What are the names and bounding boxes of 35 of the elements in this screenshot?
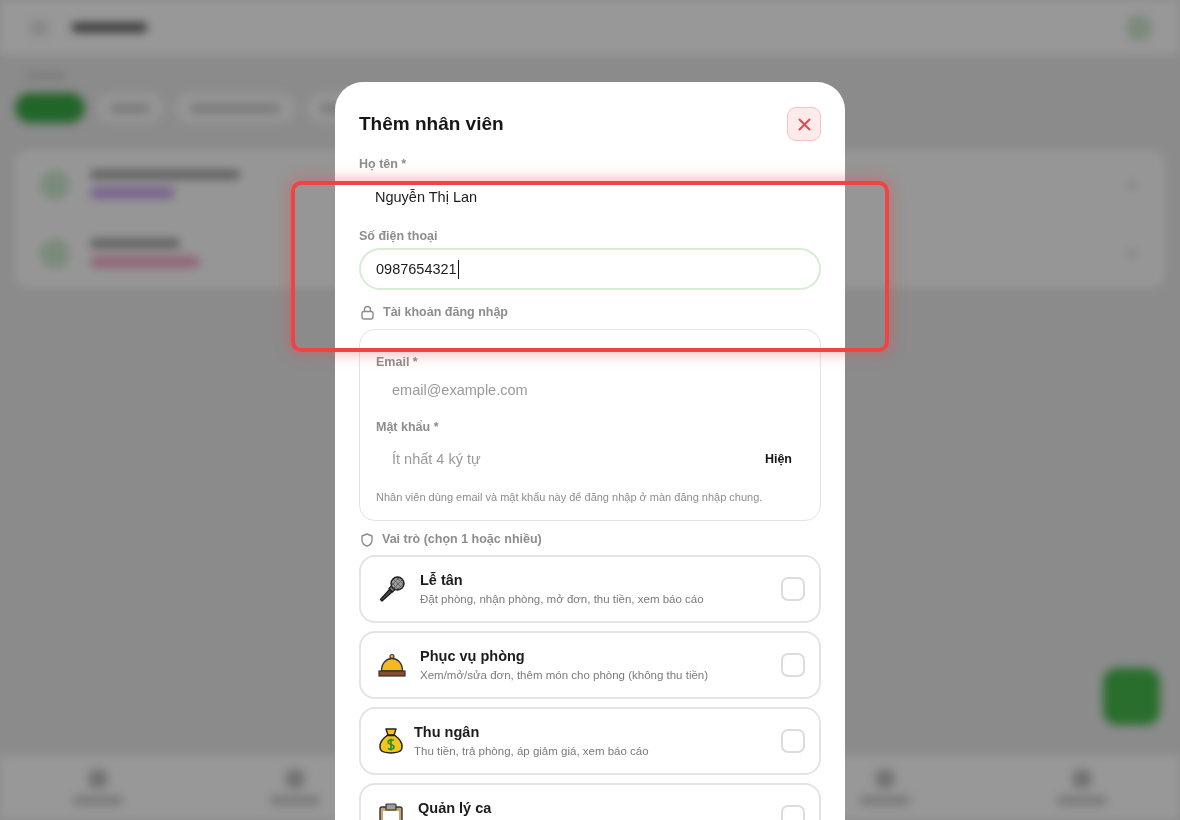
role-checkbox[interactable]: [781, 729, 805, 753]
text-cursor-icon: [457, 259, 460, 279]
role-title: Lễ tân: [420, 572, 463, 588]
bell-icon: [378, 653, 406, 677]
role-description: Xem/mở/sửa đơn, thêm món cho phòng (không thu tiền): [420, 668, 709, 682]
role-checkbox[interactable]: [781, 653, 805, 677]
field-label: Mật khẩu *: [376, 420, 439, 435]
show-password-button[interactable]: Hiện: [758, 448, 804, 470]
role-checkbox[interactable]: [781, 577, 805, 601]
field-label: Số điện thoại: [359, 229, 438, 244]
role-title: Thu ngân: [414, 724, 480, 740]
section-title: Vai trò (chọn 1 hoặc nhiều): [382, 532, 542, 547]
phone-input[interactable]: 0987654321: [359, 248, 821, 290]
role-title: Phục vụ phòng: [420, 648, 525, 664]
microphone-icon: [378, 575, 406, 603]
dialog-title: Thêm nhân viên: [359, 113, 504, 135]
email-input[interactable]: email@example.com: [376, 370, 804, 410]
shield-icon: [361, 532, 373, 547]
lock-icon: [361, 305, 374, 320]
password-input[interactable]: Ít nhất 4 ký tự: [376, 439, 759, 479]
role-description: Thu tiền, trả phòng, áp giảm giá, xem báo cáo: [414, 744, 649, 758]
section-title: Tài khoản đăng nhập: [383, 305, 508, 320]
role-option[interactable]: Lễ tân Đặt phòng, nhận phòng, mở đơn, thu tiền, xem báo cáo: [359, 555, 821, 623]
role-option[interactable]: Thu ngân Thu tiền, trả phòng, áp giảm giá, xem báo cáo: [359, 707, 821, 775]
role-option[interactable]: Quản lý ca: [359, 783, 821, 820]
close-icon: [797, 117, 811, 131]
role-title: Quản lý ca: [418, 800, 492, 816]
role-option[interactable]: Phục vụ phòng Xem/mở/sửa đơn, thêm món cho phòng (không thu tiền): [359, 631, 821, 699]
field-label: Email *: [376, 355, 418, 370]
role-description: Đặt phòng, nhận phòng, mở đơn, thu tiền, xem báo cáo: [420, 592, 704, 606]
hint-text: Nhân viên dùng email và mật khẩu này để đăng nhập ở màn đăng nhập chung.: [376, 490, 764, 504]
close-button[interactable]: [787, 107, 821, 141]
money-bag-icon: [378, 727, 404, 755]
field-label: Họ tên *: [359, 157, 407, 172]
name-input[interactable]: Nguyễn Thị Lan: [359, 177, 821, 217]
